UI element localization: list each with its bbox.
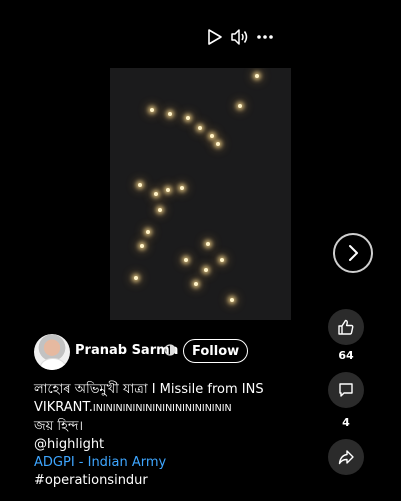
- hashtag-link[interactable]: #operationsindur: [34, 472, 284, 490]
- like-button[interactable]: [328, 309, 364, 345]
- video-light: [210, 134, 214, 138]
- video-light: [238, 104, 242, 108]
- video-light: [230, 298, 234, 302]
- next-video-button[interactable]: [333, 233, 373, 273]
- video-light: [204, 268, 208, 272]
- video-light: [168, 112, 172, 116]
- avatar[interactable]: [34, 334, 70, 370]
- more-icon: [257, 35, 273, 39]
- volume-icon: [231, 29, 248, 45]
- description-line: লাহোৰ অভিমুখী যাত্ৰা I Missile from INS: [34, 382, 264, 397]
- follow-button[interactable]: Follow: [183, 339, 249, 363]
- video-light: [154, 192, 158, 196]
- description-text: VIKRANT.: [34, 400, 93, 415]
- video-light: [158, 208, 162, 212]
- video-light: [186, 116, 190, 120]
- channel-link[interactable]: ADGPI - Indian Army: [34, 454, 284, 472]
- video-light: [134, 276, 138, 280]
- video-light: [216, 142, 220, 146]
- video-player[interactable]: [110, 68, 291, 320]
- description-line: VIKRANT.ININININININININININININININ: [34, 399, 284, 418]
- video-light: [198, 126, 202, 130]
- video-light: [146, 230, 150, 234]
- video-light: [150, 108, 154, 112]
- volume-button[interactable]: [230, 28, 250, 46]
- comment-count: 4: [342, 416, 350, 429]
- mention-text: @highlight: [34, 437, 105, 452]
- chevron-right-icon: [349, 245, 358, 261]
- comment-icon: [339, 383, 353, 397]
- description-line: জয় হিন্দ।: [34, 419, 84, 434]
- video-light: [180, 186, 184, 190]
- video-light: [140, 244, 144, 248]
- like-count: 64: [338, 349, 354, 362]
- video-light: [206, 242, 210, 246]
- description-text: ININININININININININININININ: [92, 403, 232, 414]
- video-light: [166, 188, 170, 192]
- video-light: [184, 258, 188, 262]
- video-light: [138, 183, 142, 187]
- more-options-button[interactable]: [256, 28, 274, 46]
- play-button[interactable]: [207, 28, 223, 46]
- play-icon: [208, 29, 222, 45]
- share-icon: [338, 450, 354, 465]
- verified-icon: [164, 344, 176, 356]
- thumbs-up-icon: [338, 319, 354, 335]
- comment-button[interactable]: [328, 372, 364, 408]
- channel-name[interactable]: Pranab Sarma: [75, 343, 178, 358]
- video-light: [255, 74, 259, 78]
- video-description: লাহোৰ অভিমুখী যাত্ৰা I Missile from INS …: [34, 381, 284, 490]
- share-button[interactable]: [328, 439, 364, 475]
- video-light: [220, 258, 224, 262]
- video-light: [194, 282, 198, 286]
